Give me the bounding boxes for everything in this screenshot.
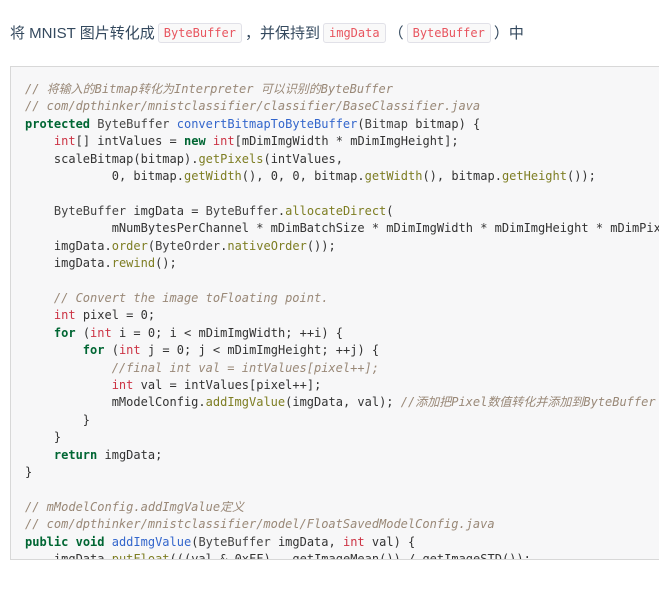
code-line: public void addImgValue(ByteBuffer imgDa…: [25, 534, 416, 549]
inline-code-bytebuffer-1: ByteBuffer: [157, 23, 242, 43]
code-line: imgData.rewind();: [53, 256, 177, 271]
code-line: mNumBytesPerChannel * mDimBatchSize * mD…: [111, 221, 659, 236]
intro-text-segment-1: 将 MNIST 图片转化成: [10, 25, 155, 42]
code-line: // com/dpthinker/mnistclassifier/classif…: [25, 99, 481, 114]
code-line: }: [25, 412, 91, 427]
code-line: return imgData;: [53, 447, 163, 462]
code-block-java[interactable]: // 将输入的Bitmap转化为Interpreter 可以识别的ByteBuf…: [10, 66, 659, 560]
code-line: // Convert the image toFloating point.: [25, 290, 329, 305]
code-line: int val = intValues[pixel++];: [111, 377, 322, 392]
code-line: // com/dpthinker/mnistclassifier/model/F…: [25, 517, 495, 532]
inline-code-bytebuffer-2: ByteBuffer: [406, 23, 491, 43]
code-line: for (int i = 0; i < mDimImgWidth; ++i) {: [53, 325, 344, 340]
code-line: mModelConfig.addImgValue(imgData, val); …: [111, 395, 656, 410]
code-line: int pixel = 0;: [53, 308, 156, 323]
intro-text-segment-4: ）中: [493, 25, 524, 42]
code-line: protected ByteBuffer convertBitmapToByte…: [25, 116, 481, 131]
article-page: 将 MNIST 图片转化成 ByteBuffer ，并保持到 imgData （Byte…: [0, 15, 659, 596]
code-line: imgData.putFloat(((val & 0xFF) - getImag…: [53, 551, 531, 560]
code-line: // mModelConfig.addImgValue定义: [25, 499, 245, 514]
code-line: scaleBitmap(bitmap).getPixels(intValues,: [53, 151, 343, 166]
code-line: imgData.order(ByteOrder.nativeOrder());: [53, 238, 336, 253]
code-line: ByteBuffer imgData = ByteBuffer.allocate…: [53, 203, 394, 218]
intro-text-segment-3: （: [388, 25, 404, 42]
code-line: for (int j = 0; j < mDimImgHeight; ++j) …: [82, 343, 380, 358]
code-block-content: // 将输入的Bitmap转化为Interpreter 可以识别的ByteBuf…: [11, 67, 659, 560]
code-line: }: [25, 430, 62, 445]
code-line: 0, bitmap.getWidth(), 0, 0, bitmap.getWi…: [111, 169, 596, 184]
inline-code-imgdata: imgData: [323, 23, 386, 43]
code-line: // 将输入的Bitmap转化为Interpreter 可以识别的ByteBuf…: [25, 82, 393, 96]
code-line: int[] intValues = new int[mDimImgWidth *…: [53, 134, 459, 149]
intro-paragraph: 将 MNIST 图片转化成 ByteBuffer ，并保持到 imgData （Byte…: [0, 15, 659, 46]
intro-text-segment-2: ，并保持到: [244, 25, 320, 42]
code-line: //final int val = intValues[pixel++];: [25, 360, 380, 375]
code-line: }: [25, 464, 33, 479]
